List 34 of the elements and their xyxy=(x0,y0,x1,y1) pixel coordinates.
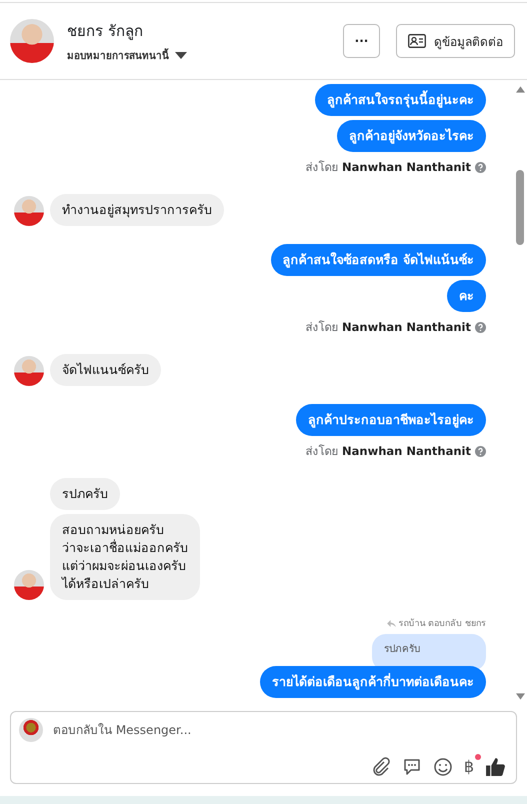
thumbs-up-icon[interactable] xyxy=(485,756,506,777)
reply-arrow-icon xyxy=(387,620,396,626)
sent-message: คะ xyxy=(447,280,486,312)
help-icon xyxy=(475,322,486,332)
page-avatar xyxy=(19,718,43,742)
avatar xyxy=(10,19,54,63)
scroll-up-icon[interactable] xyxy=(516,86,524,93)
sent-message: ลูกค้าสนใจซ้อสดหรือ จัดไฟแน้นซ์ะ xyxy=(270,244,486,276)
sent-by-label: ส่งโดย Nanwhan Nanthanit xyxy=(305,443,471,460)
sent-by-label: ส่งโดย Nanwhan Nanthanit xyxy=(305,319,471,336)
help-icon xyxy=(475,446,486,456)
sent-message: รายได้ต่อเดือนลูกค้ากี่บาทต่อเดือนคะ xyxy=(260,666,486,698)
contact-info-button[interactable]: ดูข้อมูลติดต่อ xyxy=(396,24,515,58)
help-icon xyxy=(475,162,486,172)
sent-by-label: ส่งโดย Nanwhan Nanthanit xyxy=(305,159,471,176)
scroll-down-icon[interactable] xyxy=(516,693,524,700)
payment-button[interactable]: ฿ xyxy=(464,757,474,776)
sent-message: ลูกค้าสนใจรถรุ่นนี้อยู่นะคะ xyxy=(315,84,486,116)
caret-icon[interactable] xyxy=(175,52,187,60)
received-message: สอบถามหน่อยครับ ว่าจะเอาชื่อแม่ออกครับ แต่ว่าผมจะผ่อนเองครับ ได้หรือเปล่าครับ xyxy=(50,514,200,600)
assign-link[interactable]: มอบหมายการสนทนานี้ xyxy=(67,48,169,63)
sent-message: ลูกค้าอยู่จังหวัดอะไรคะ xyxy=(337,120,486,152)
received-message: รปภครับ xyxy=(50,478,120,510)
attachment-icon[interactable] xyxy=(370,756,391,776)
emoji-icon[interactable] xyxy=(432,756,453,776)
chat-bubble-icon[interactable] xyxy=(402,756,422,776)
sent-message: ลูกค้าประกอบอาชีพอะไรอยู่คะ xyxy=(296,404,486,436)
scrollbar-thumb[interactable] xyxy=(516,170,524,245)
contact-name: ชยกร รักลูก xyxy=(67,21,144,42)
reply-label: รถบ้าน ตอบกลับ ชยกร xyxy=(398,618,486,630)
contact-card-icon xyxy=(408,34,426,48)
received-message: ทำงานอยู่สมุทรปราการครับ xyxy=(50,194,224,226)
more-button[interactable]: ··· xyxy=(343,24,380,58)
received-message: จัดไฟแนนซ์ครับ xyxy=(50,354,161,386)
